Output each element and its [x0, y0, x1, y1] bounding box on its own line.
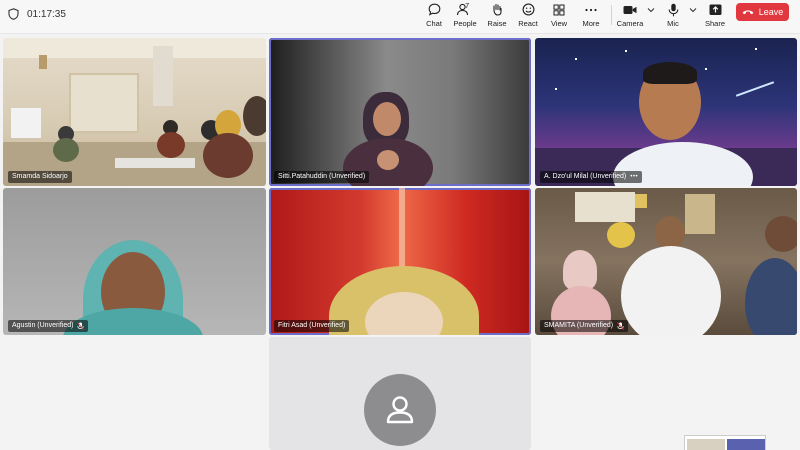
people-label: People: [453, 19, 477, 28]
user-avatar-icon: [386, 396, 414, 424]
meeting-toolbar: 01:17:35 Chat 7 People Raise React View …: [0, 0, 800, 34]
share-screen-icon: [709, 4, 721, 15]
more-label: More: [582, 19, 600, 28]
avatar: [364, 374, 436, 446]
meeting-timer[interactable]: 01:17:35: [8, 8, 66, 20]
view-label: View: [550, 19, 568, 28]
grid-view-icon: [553, 4, 565, 15]
participant-name-label: Sitti.Patahuddin (Unverified): [274, 171, 370, 183]
camera-icon: [623, 5, 637, 14]
mic-button[interactable]: Mic: [664, 1, 682, 33]
raise-label: Raise: [487, 19, 507, 28]
muted-microphone-icon: [77, 322, 85, 330]
share-button[interactable]: Share: [704, 1, 726, 33]
video-tile[interactable]: Agustin (Unverified): [3, 188, 266, 335]
participant-name-label: Smamda Sidoarjo: [8, 171, 72, 183]
elapsed-time: 01:17:35: [27, 8, 66, 20]
people-button[interactable]: 7 People: [453, 1, 477, 33]
video-tile[interactable]: Fitri Asad (Unverified): [269, 188, 531, 335]
participant-more-options[interactable]: •••: [630, 171, 638, 183]
leave-label: Leave: [758, 7, 784, 17]
participant-name-label: Fitri Asad (Unverified): [274, 320, 350, 332]
view-button[interactable]: View: [549, 1, 569, 33]
muted-microphone-icon: [617, 322, 624, 330]
video-tile[interactable]: Smamda Sidoarjo: [3, 38, 266, 186]
camera-options-chevron-icon[interactable]: [647, 7, 655, 13]
hang-up-phone-icon: [742, 10, 754, 15]
raise-button[interactable]: Raise: [486, 1, 508, 33]
share-label: Share: [704, 19, 725, 28]
self-view-thumbnail[interactable]: [684, 435, 766, 450]
video-tile[interactable]: A. Dzo'ul Milal (Unverified) •••: [535, 38, 797, 186]
mic-label: Mic: [667, 19, 679, 28]
video-tile[interactable]: SMAMITA (Unverified): [535, 188, 797, 335]
video-tile-camera-off[interactable]: [269, 337, 531, 450]
microphone-icon: [668, 3, 678, 16]
react-button[interactable]: React: [517, 1, 539, 33]
video-tile-active-speaker[interactable]: Sitti.Patahuddin (Unverified): [269, 38, 531, 186]
leave-button[interactable]: Leave: [736, 3, 789, 21]
raise-hand-icon: [493, 3, 502, 16]
participant-name-label: SMAMITA (Unverified): [540, 320, 629, 332]
react-label: React: [518, 19, 538, 28]
mic-options-chevron-icon[interactable]: [689, 7, 697, 13]
camera-button[interactable]: Camera: [616, 1, 644, 33]
chat-icon: [428, 3, 440, 16]
more-button[interactable]: More: [580, 1, 602, 33]
participant-name-label: Agustin (Unverified): [8, 320, 89, 332]
toolbar-divider: [611, 5, 612, 25]
people-count: 7: [465, 1, 470, 10]
chat-label: Chat: [426, 19, 442, 28]
participant-name-label: A. Dzo'ul Milal (Unverified) •••: [540, 171, 643, 183]
camera-label: Camera: [616, 19, 644, 28]
chat-button[interactable]: Chat: [424, 1, 444, 33]
smiley-icon: [522, 3, 534, 16]
more-dots-icon: [585, 8, 597, 11]
shield-icon: [8, 8, 19, 20]
